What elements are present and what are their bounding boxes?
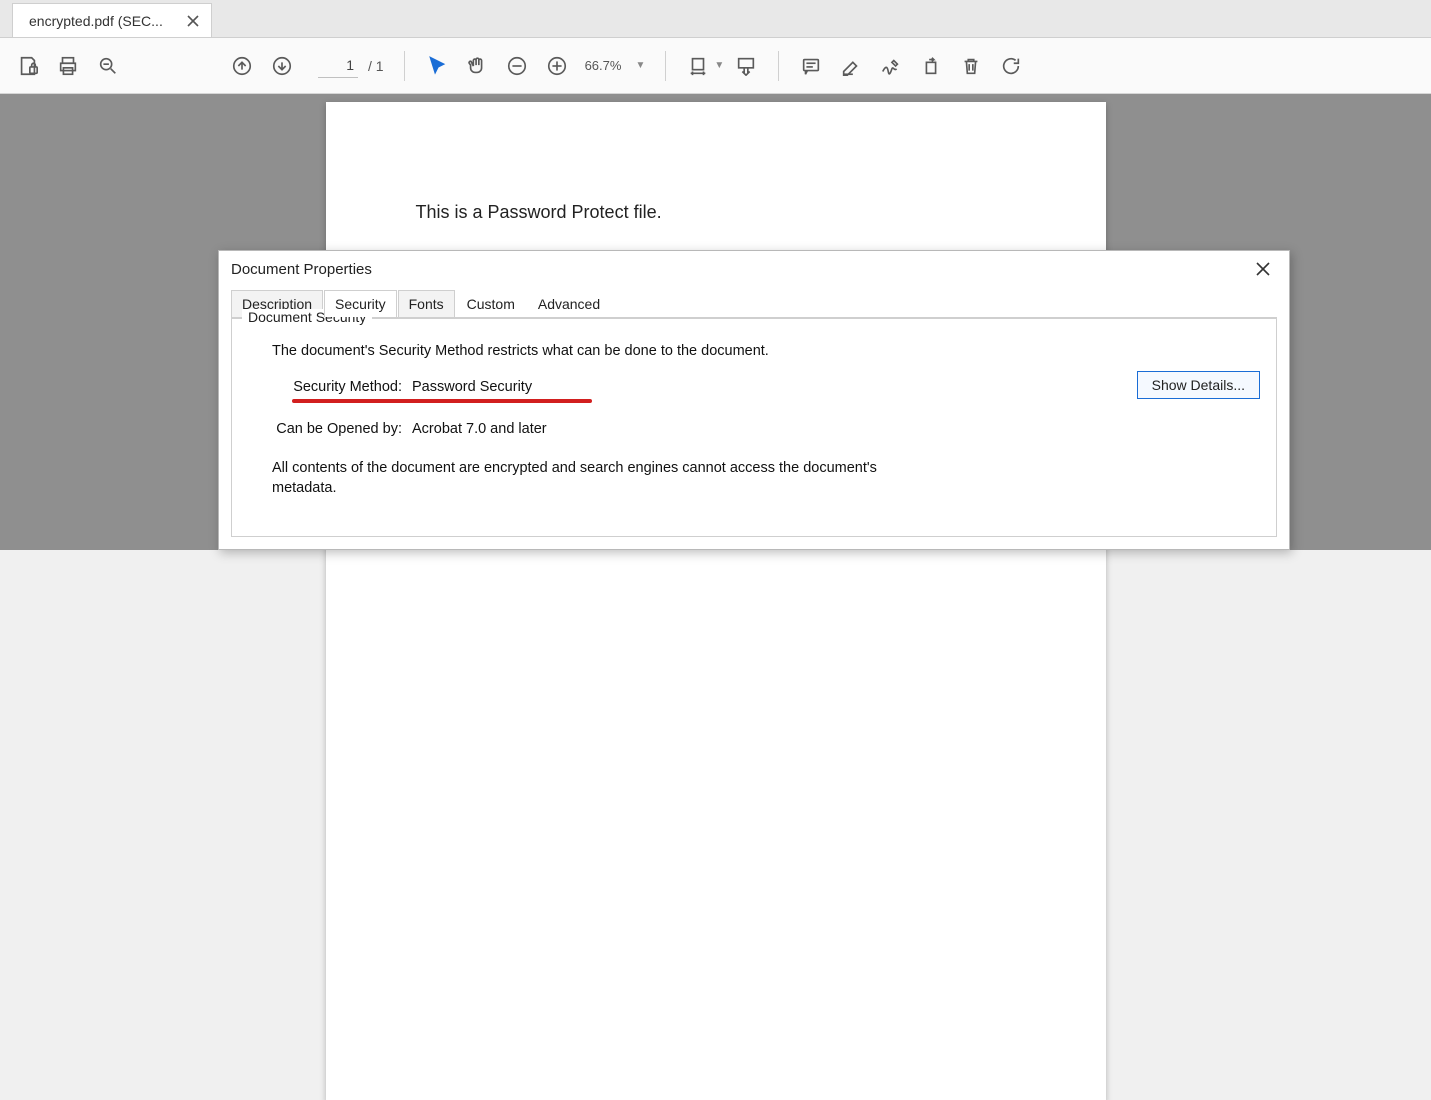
tab-advanced[interactable]: Advanced: [527, 290, 611, 317]
red-underline-annotation: [292, 399, 592, 403]
dialog-title: Document Properties: [231, 261, 1249, 278]
opened-by-label: Can be Opened by:: [272, 421, 412, 437]
save-locked-icon[interactable]: [10, 48, 46, 84]
page-total-label: / 1: [368, 58, 384, 74]
dialog-body: Document Security The document's Securit…: [231, 317, 1277, 537]
print-icon[interactable]: [50, 48, 86, 84]
document-properties-dialog: Document Properties Description Security…: [218, 250, 1290, 550]
document-tab-title: encrypted.pdf (SEC...: [29, 13, 177, 29]
dialog-close-button[interactable]: [1249, 255, 1277, 283]
document-body-text: This is a Password Protect file.: [416, 202, 1046, 223]
next-page-icon[interactable]: [264, 48, 300, 84]
document-security-fieldset: Document Security The document's Securit…: [231, 318, 1277, 537]
security-method-value: Password Security: [412, 379, 532, 395]
search-icon[interactable]: [90, 48, 126, 84]
highlight-icon[interactable]: [833, 48, 869, 84]
hand-tool-icon[interactable]: [459, 48, 495, 84]
page-number-input[interactable]: [318, 54, 358, 78]
delete-icon[interactable]: [953, 48, 989, 84]
zoom-in-icon[interactable]: [539, 48, 575, 84]
toolbar-separator: [778, 51, 779, 81]
security-intro-text: The document's Security Method restricts…: [272, 343, 1256, 359]
document-tab[interactable]: encrypted.pdf (SEC...: [12, 3, 212, 37]
zoom-out-icon[interactable]: [499, 48, 535, 84]
toolbar: / 1 66.7% ▼ ▼: [0, 38, 1431, 94]
close-tab-icon[interactable]: [185, 13, 201, 29]
comment-icon[interactable]: [793, 48, 829, 84]
toolbar-separator: [665, 51, 666, 81]
security-method-label: Security Method:: [272, 379, 412, 395]
dialog-tabs: Description Security Fonts Custom Advanc…: [219, 287, 1289, 317]
security-method-row: Security Method: Password Security: [272, 379, 1256, 395]
chevron-down-icon: ▼: [635, 60, 645, 71]
fit-page-icon[interactable]: [728, 48, 764, 84]
tab-fonts[interactable]: Fonts: [398, 290, 455, 317]
tab-custom[interactable]: Custom: [456, 290, 526, 317]
zoom-level-dropdown[interactable]: 66.7% ▼: [579, 58, 652, 73]
select-tool-icon[interactable]: [419, 48, 455, 84]
encryption-note: All contents of the document are encrypt…: [272, 459, 912, 498]
toolbar-separator: [404, 51, 405, 81]
prev-page-icon[interactable]: [224, 48, 260, 84]
show-details-button[interactable]: Show Details...: [1137, 371, 1260, 399]
dialog-header: Document Properties: [219, 251, 1289, 287]
zoom-level-value: 66.7%: [585, 58, 622, 73]
tab-security[interactable]: Security: [324, 290, 397, 317]
fit-width-icon[interactable]: [680, 48, 716, 84]
chevron-down-icon[interactable]: ▼: [714, 60, 724, 71]
opened-by-value: Acrobat 7.0 and later: [412, 421, 547, 437]
tab-bar: encrypted.pdf (SEC...: [0, 0, 1431, 38]
refresh-icon[interactable]: [993, 48, 1029, 84]
opened-by-row: Can be Opened by: Acrobat 7.0 and later: [272, 421, 1256, 437]
rotate-page-icon[interactable]: [913, 48, 949, 84]
sign-icon[interactable]: [873, 48, 909, 84]
